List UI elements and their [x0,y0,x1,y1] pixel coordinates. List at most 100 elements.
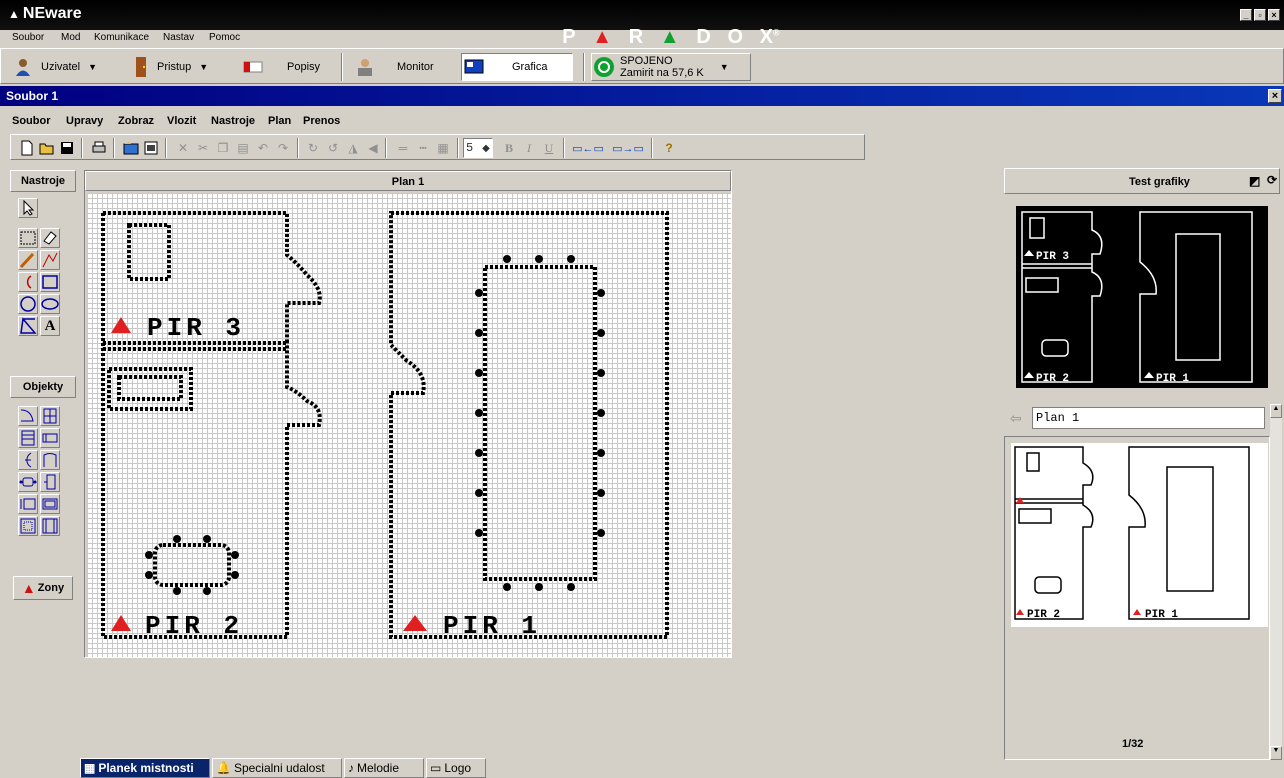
copy-icon[interactable]: ❐ [213,138,233,158]
rectangle-tool[interactable] [40,272,60,292]
new-file-icon[interactable] [17,138,37,158]
dash-style-icon[interactable]: ┅ [413,138,433,158]
menu-zobraz[interactable]: Zobraz [118,115,154,127]
arc-tool[interactable] [18,272,38,292]
test-graphics-header: Test grafiky ◩ ⟳ [1004,168,1280,194]
plan-thumbnail[interactable]: PIR 2 PIR 1 [1011,443,1268,627]
maximize-button[interactable]: ▫ [1254,9,1266,21]
door-object-tool[interactable] [18,406,38,426]
grid-object-tool[interactable] [18,516,38,536]
zones-button[interactable]: ▲ Zony [13,576,73,600]
menu-nastav[interactable]: Nastav [163,32,194,43]
polygon-tool[interactable] [18,316,38,336]
menu-mod[interactable]: Mod [61,32,80,43]
polyline-tool[interactable] [40,250,60,270]
table-shape [153,543,231,587]
sofa-object-tool[interactable] [40,450,60,470]
print-icon[interactable] [89,138,109,158]
close-button[interactable]: × [1268,9,1280,21]
minimize-button[interactable]: _ [1240,9,1252,21]
rotate-left-icon[interactable]: ↺ [323,138,343,158]
contrast-icon[interactable]: ◩ [1249,174,1260,188]
open-folder-icon[interactable] [37,138,57,158]
menu-komunikace[interactable]: Komunikace [94,32,149,43]
eraser-tool[interactable] [40,228,60,248]
graphics-button[interactable]: Grafica [461,53,573,81]
window-object-tool[interactable] [40,406,60,426]
monitor-button[interactable]: Monitor [353,53,434,81]
fill-pattern-icon[interactable]: ▦ [433,138,453,158]
cut-icon[interactable]: ✂ [193,138,213,158]
desk-object-tool[interactable] [18,494,38,514]
menu-soubor[interactable]: Soubor [12,32,44,43]
flip-horizontal-icon[interactable]: ◮ [343,138,363,158]
bold-icon[interactable]: B [499,138,519,158]
back-arrow-icon[interactable]: ⇦ [1010,410,1022,427]
preview-zone-label: PIR 3 [1036,251,1069,263]
rotate-right-icon[interactable]: ↻ [303,138,323,158]
pencil-tool[interactable] [18,250,38,270]
menu-upravy[interactable]: Upravy [66,115,103,127]
tab-specialni-udalost[interactable]: 🔔 Specialni udalost [212,758,342,778]
refresh-icon[interactable]: ⟳ [1267,173,1277,187]
floor-plan-icon: ▦ [84,761,96,775]
underline-icon[interactable]: U [539,138,559,158]
table-object-tool[interactable] [18,472,38,492]
bench-object-tool[interactable] [40,494,60,514]
menu-prenos[interactable]: Prenos [303,115,340,127]
line-width-spin-icon[interactable]: ◆ [479,138,493,158]
stairs-object-tool[interactable] [18,450,38,470]
select-rect-tool[interactable] [18,228,38,248]
thumbnail-area: PIR 2 PIR 1 [1004,436,1270,760]
plan-select-input[interactable]: Plan 1 [1032,407,1265,429]
tab-logo[interactable]: ▭ Logo [426,758,486,778]
access-label: Pristup [157,61,192,73]
save-icon[interactable] [57,138,77,158]
delete-icon[interactable]: ✕ [173,138,193,158]
properties-icon[interactable] [141,138,161,158]
chair-dot [597,489,605,497]
chair-dot [503,583,511,591]
chair-dot [231,551,239,559]
menu-soubor[interactable]: Soubor [12,115,51,127]
line-style-icon[interactable]: ═ [393,138,413,158]
scroll-down-icon[interactable]: ▼ [1270,746,1282,760]
undo-icon[interactable]: ↶ [253,138,273,158]
frame-object-tool[interactable] [40,516,60,536]
paste-icon[interactable]: ▤ [233,138,253,158]
warning-triangle-icon: ▲ [21,580,36,596]
menu-vlozit[interactable]: Vlozit [167,115,196,127]
tab-planek-mistnosti[interactable]: ▦ Planek mistnosti [80,758,210,778]
menu-nastroje[interactable]: Nastroje [211,115,255,127]
bed-object-tool[interactable] [40,428,60,448]
scroll-up-icon[interactable]: ▲ [1270,404,1282,418]
italic-icon[interactable]: I [519,138,539,158]
menu-pomoc[interactable]: Pomoc [209,32,240,43]
user-dropdown[interactable]: Uzivatel ▼ [11,53,97,81]
access-dropdown[interactable]: Pristup ▼ [129,53,208,81]
bell-icon: 🔔 [216,761,231,775]
text-tool[interactable]: A [40,316,60,336]
connection-dropdown[interactable]: SPOJENO Zamirit na 57,6 K ▼ [591,53,751,81]
chair-dot [203,535,211,543]
pointer-tool[interactable] [18,198,38,218]
circle-tool[interactable] [18,294,38,314]
document-close-button[interactable]: × [1268,89,1282,103]
flip-vertical-icon[interactable]: ◀ [363,138,383,158]
import-image-icon[interactable] [121,138,141,158]
thumbnail-zone-label: PIR 1 [1145,609,1178,621]
help-icon[interactable]: ? [659,138,679,158]
thumbnail-scrollbar[interactable]: ▲ ▼ [1270,404,1282,760]
redo-icon[interactable]: ↷ [273,138,293,158]
tab-melodie[interactable]: ♪ Melodie [344,758,424,778]
monitor-label: Monitor [397,61,434,73]
chair-dot [475,529,483,537]
shower-object-tool[interactable] [40,472,60,492]
move-left-icon[interactable]: ▭←▭ [571,138,605,158]
labels-button[interactable]: Popisy [241,53,320,81]
cabinet-object-tool[interactable] [18,428,38,448]
menu-plan[interactable]: Plan [268,115,291,127]
ellipse-tool[interactable] [40,294,60,314]
move-right-icon[interactable]: ▭→▭ [611,138,645,158]
plan-canvas[interactable]: PIR 3 PIR 2 PIR 1 [87,193,731,657]
